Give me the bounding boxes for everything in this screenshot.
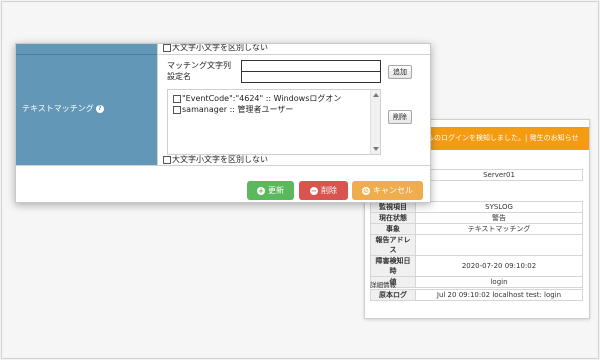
row-value: SYSLOG — [415, 201, 583, 213]
list-item-text: "EventCode":"4624" :: Windowsログオン — [182, 94, 342, 103]
notification-header-text: ルのログインを検知しました。| 発生のお知らせ — [427, 134, 579, 142]
detail-value: Jul 20 09:10:02 localhost test: login — [415, 289, 583, 301]
cancel-button-label: キャンセル — [373, 186, 413, 195]
table-row: 報告アドレス — [370, 234, 583, 256]
case-insensitive-checkbox[interactable] — [163, 155, 171, 164]
footer-divider — [16, 165, 430, 166]
row-value: login — [415, 276, 583, 288]
detail-key: 原本ログ — [370, 289, 416, 301]
table-row: 原本ログ Jul 20 09:10:02 localhost test: log… — [370, 289, 583, 301]
section-label: テキストマッチング? — [22, 103, 104, 114]
update-button-label: 更新 — [268, 186, 284, 195]
table-row: 値 login — [370, 276, 583, 288]
row-value — [415, 234, 583, 256]
remove-item-button[interactable]: 削除 — [388, 110, 412, 124]
label-cell: テキストマッチング? — [16, 44, 157, 165]
row-value: 2020-07-20 09:10:02 — [415, 255, 583, 277]
case-insensitive-checkbox-label: 大文字小文字を区別しない — [172, 155, 268, 164]
detail-table: 原本ログ Jul 20 09:10:02 localhost test: log… — [370, 289, 583, 301]
row-key: 事象 — [370, 223, 416, 235]
matching-string-label: マッチング文字列 — [167, 61, 231, 70]
cancel-button[interactable]: ⊘ キャンセル — [352, 181, 423, 200]
table-row: 現在状態 警告 — [370, 212, 583, 224]
add-button[interactable]: 追加 — [388, 65, 412, 79]
event-table: 監視項目 SYSLOG 現在状態 警告 事象 テキストマッチング 報告アドレス … — [370, 201, 583, 288]
row-key: 報告アドレス — [370, 234, 416, 256]
table-row: 障害検知日時 2020-07-20 09:10:02 — [370, 255, 583, 277]
scroll-up-arrow-icon[interactable] — [373, 93, 379, 97]
delete-button[interactable]: − 削除 — [299, 181, 348, 200]
list-scrollbar[interactable] — [370, 90, 380, 154]
minus-circle-icon: − — [310, 186, 318, 195]
row-value: 警告 — [415, 212, 583, 224]
detail-section-title: 詳細情報 — [370, 281, 396, 289]
previous-case-checkbox-label: 大文字小文字を区別しない — [172, 43, 268, 52]
text-matching-dialog: テキストマッチング? 大文字小文字を区別しない マッチング文字列 設定名 追加 … — [15, 43, 431, 203]
table-row: 監視項目 SYSLOG — [370, 201, 583, 213]
row-key: 障害検知日時 — [370, 255, 416, 277]
setting-name-input[interactable] — [241, 71, 381, 83]
list-item-checkbox[interactable] — [173, 94, 181, 103]
row-divider — [16, 54, 157, 55]
list-item[interactable]: "EventCode":"4624" :: Windowsログオン — [173, 93, 341, 104]
row-divider — [157, 54, 430, 55]
matching-list[interactable]: "EventCode":"4624" :: Windowsログオン samana… — [167, 89, 381, 155]
scroll-down-arrow-icon[interactable] — [373, 147, 379, 151]
previous-case-checkbox-row: 大文字小文字を区別しない — [163, 43, 268, 53]
plus-circle-icon: + — [257, 186, 265, 195]
list-item[interactable]: samanager :: 管理者ユーザー — [173, 104, 293, 115]
ban-icon: ⊘ — [362, 186, 370, 195]
case-checkbox-row: 大文字小文字を区別しない — [163, 154, 268, 165]
update-button[interactable]: + 更新 — [247, 181, 294, 200]
previous-case-checkbox[interactable] — [163, 44, 171, 52]
list-item-text: samanager :: 管理者ユーザー — [182, 105, 294, 114]
list-item-checkbox[interactable] — [173, 105, 181, 114]
help-icon[interactable]: ? — [95, 104, 104, 113]
table-row: 事象 テキストマッチング — [370, 223, 583, 235]
setting-name-label: 設定名 — [167, 72, 191, 81]
host-value: Server01 — [415, 169, 583, 181]
row-key: 現在状態 — [370, 212, 416, 224]
row-value: テキストマッチング — [415, 223, 583, 235]
section-label-text: テキストマッチング — [22, 104, 94, 113]
row-key: 監視項目 — [370, 201, 416, 213]
delete-button-label: 削除 — [321, 186, 337, 195]
